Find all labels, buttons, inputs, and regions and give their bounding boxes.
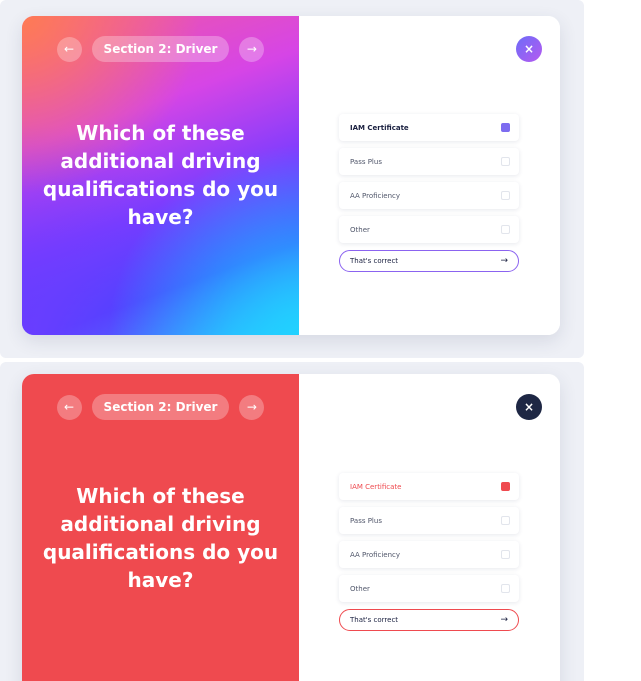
section-label: Section 2: Driver xyxy=(91,394,230,420)
arrow-left-icon: ← xyxy=(64,400,75,414)
answer-panel: × IAM Certificate Pass Plus AA Proficien… xyxy=(299,374,560,681)
checkbox-checked[interactable] xyxy=(501,123,510,132)
question-panel: ← Section 2: Driver → Which of these add… xyxy=(22,374,299,681)
option-other[interactable]: Other xyxy=(339,575,519,602)
question-panel: ← Section 2: Driver → Which of these add… xyxy=(22,16,299,335)
option-label: Pass Plus xyxy=(350,516,382,525)
option-label: AA Proficiency xyxy=(350,191,401,200)
checkbox-checked[interactable] xyxy=(501,482,510,491)
prev-section-button[interactable]: ← xyxy=(56,394,82,420)
option-label: AA Proficiency xyxy=(350,550,401,559)
option-pass-plus[interactable]: Pass Plus xyxy=(339,507,519,534)
section-nav: ← Section 2: Driver → xyxy=(22,394,299,420)
arrow-right-icon: → xyxy=(500,615,508,625)
option-label: Other xyxy=(350,584,370,593)
checkbox[interactable] xyxy=(501,584,510,593)
confirm-label: That's correct xyxy=(350,616,399,624)
option-label: IAM Certificate xyxy=(350,123,409,132)
option-label: IAM Certificate xyxy=(350,482,402,491)
question-card-gradient: ← Section 2: Driver → Which of these add… xyxy=(22,16,560,335)
option-iam-certificate[interactable]: IAM Certificate xyxy=(339,473,519,500)
checkbox[interactable] xyxy=(501,225,510,234)
next-section-button[interactable]: → xyxy=(239,394,265,420)
option-iam-certificate[interactable]: IAM Certificate xyxy=(339,114,519,141)
confirm-button[interactable]: That's correct → xyxy=(339,250,519,272)
checkbox[interactable] xyxy=(501,516,510,525)
arrow-left-icon: ← xyxy=(64,42,75,56)
close-icon: × xyxy=(523,400,535,414)
canvas: ← Section 2: Driver → Which of these add… xyxy=(0,0,641,681)
checkbox[interactable] xyxy=(501,157,510,166)
option-pass-plus[interactable]: Pass Plus xyxy=(339,148,519,175)
confirm-button[interactable]: That's correct → xyxy=(339,609,519,631)
section-label: Section 2: Driver xyxy=(91,36,230,62)
answer-panel: × IAM Certificate Pass Plus AA Proficien… xyxy=(299,16,560,335)
question-text: Which of these additional driving qualif… xyxy=(42,121,279,229)
arrow-right-icon: → xyxy=(246,42,257,56)
prev-section-button[interactable]: ← xyxy=(56,36,82,62)
checkbox[interactable] xyxy=(501,191,510,200)
section-nav: ← Section 2: Driver → xyxy=(22,36,299,62)
question-text: Which of these additional driving qualif… xyxy=(42,484,279,592)
next-section-button[interactable]: → xyxy=(239,36,265,62)
confirm-label: That's correct xyxy=(350,257,399,265)
option-aa-proficiency[interactable]: AA Proficiency xyxy=(339,182,519,209)
option-aa-proficiency[interactable]: AA Proficiency xyxy=(339,541,519,568)
option-label: Pass Plus xyxy=(350,157,382,166)
close-button[interactable]: × xyxy=(516,36,542,62)
close-icon: × xyxy=(523,42,535,56)
options-list: IAM Certificate Pass Plus AA Proficiency… xyxy=(339,473,519,631)
arrow-right-icon: → xyxy=(500,256,508,266)
close-button[interactable]: × xyxy=(516,394,542,420)
question-card-red: ← Section 2: Driver → Which of these add… xyxy=(22,374,560,681)
option-label: Other xyxy=(350,225,370,234)
arrow-right-icon: → xyxy=(246,400,257,414)
options-list: IAM Certificate Pass Plus AA Proficiency… xyxy=(339,114,519,272)
checkbox[interactable] xyxy=(501,550,510,559)
option-other[interactable]: Other xyxy=(339,216,519,243)
